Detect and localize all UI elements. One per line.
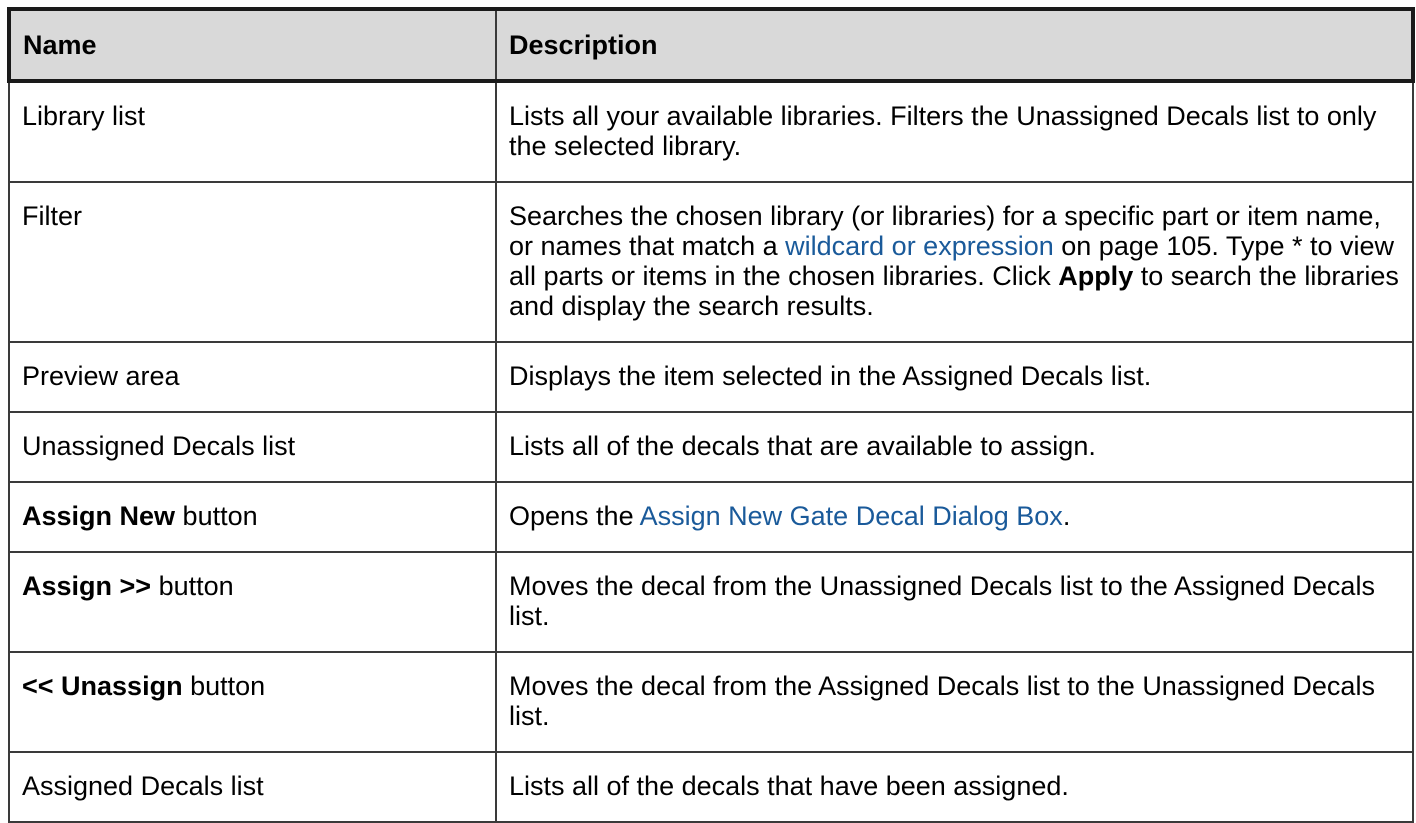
column-header-description: Description — [495, 7, 1415, 83]
table-row: Filter Searches the chosen library (or l… — [8, 181, 1414, 343]
assign-term: Assign >> — [22, 571, 152, 601]
assign-new-gate-decal-dialog-link[interactable]: Assign New Gate Decal Dialog Box — [640, 501, 1063, 531]
row-desc-assign-new-button: Opens the Assign New Gate Decal Dialog B… — [495, 481, 1414, 553]
table-row: Preview area Displays the item selected … — [8, 341, 1414, 413]
desc-text: . — [1062, 501, 1071, 531]
row-desc-library-list: Lists all your available libraries. Filt… — [495, 80, 1414, 183]
column-header-name: Name — [7, 7, 497, 83]
table-row: Unassigned Decals list Lists all of the … — [8, 411, 1414, 483]
name-suffix: button — [151, 571, 234, 601]
desc-text: Opens the — [509, 501, 640, 531]
row-desc-filter: Searches the chosen library (or librarie… — [495, 181, 1414, 343]
table-row: Assign >> button Moves the decal from th… — [8, 551, 1414, 653]
wildcard-expression-link[interactable]: wildcard or expression — [785, 231, 1054, 261]
name-suffix: button — [182, 671, 266, 701]
table-row: Assigned Decals list Lists all of the de… — [8, 751, 1414, 823]
row-desc-preview-area: Displays the item selected in the Assign… — [495, 341, 1414, 413]
row-desc-assigned-decals-list: Lists all of the decals that have been a… — [495, 751, 1414, 823]
apply-term: Apply — [1058, 261, 1134, 291]
row-name-preview-area: Preview area — [8, 341, 497, 413]
name-suffix: button — [175, 501, 258, 531]
reference-table: Name Description Library list Lists all … — [7, 7, 1415, 823]
table-row: << Unassign button Moves the decal from … — [8, 651, 1414, 753]
row-desc-unassign-button: Moves the decal from the Assigned Decals… — [495, 651, 1414, 753]
table-row: Assign New button Opens the Assign New G… — [8, 481, 1414, 553]
row-desc-unassigned-decals-list: Lists all of the decals that are availab… — [495, 411, 1414, 483]
unassign-term: << Unassign — [22, 671, 183, 701]
row-name-assign-new-button: Assign New button — [8, 481, 497, 553]
table-header-row: Name Description — [7, 7, 1415, 83]
row-name-unassigned-decals-list: Unassigned Decals list — [8, 411, 497, 483]
assign-new-term: Assign New — [22, 501, 176, 531]
row-name-unassign-button: << Unassign button — [8, 651, 497, 753]
row-name-assign-button: Assign >> button — [8, 551, 497, 653]
row-desc-assign-button: Moves the decal from the Unassigned Deca… — [495, 551, 1414, 653]
row-name-library-list: Library list — [8, 80, 497, 183]
row-name-assigned-decals-list: Assigned Decals list — [8, 751, 497, 823]
table-row: Library list Lists all your available li… — [8, 80, 1414, 183]
row-name-filter: Filter — [8, 181, 497, 343]
